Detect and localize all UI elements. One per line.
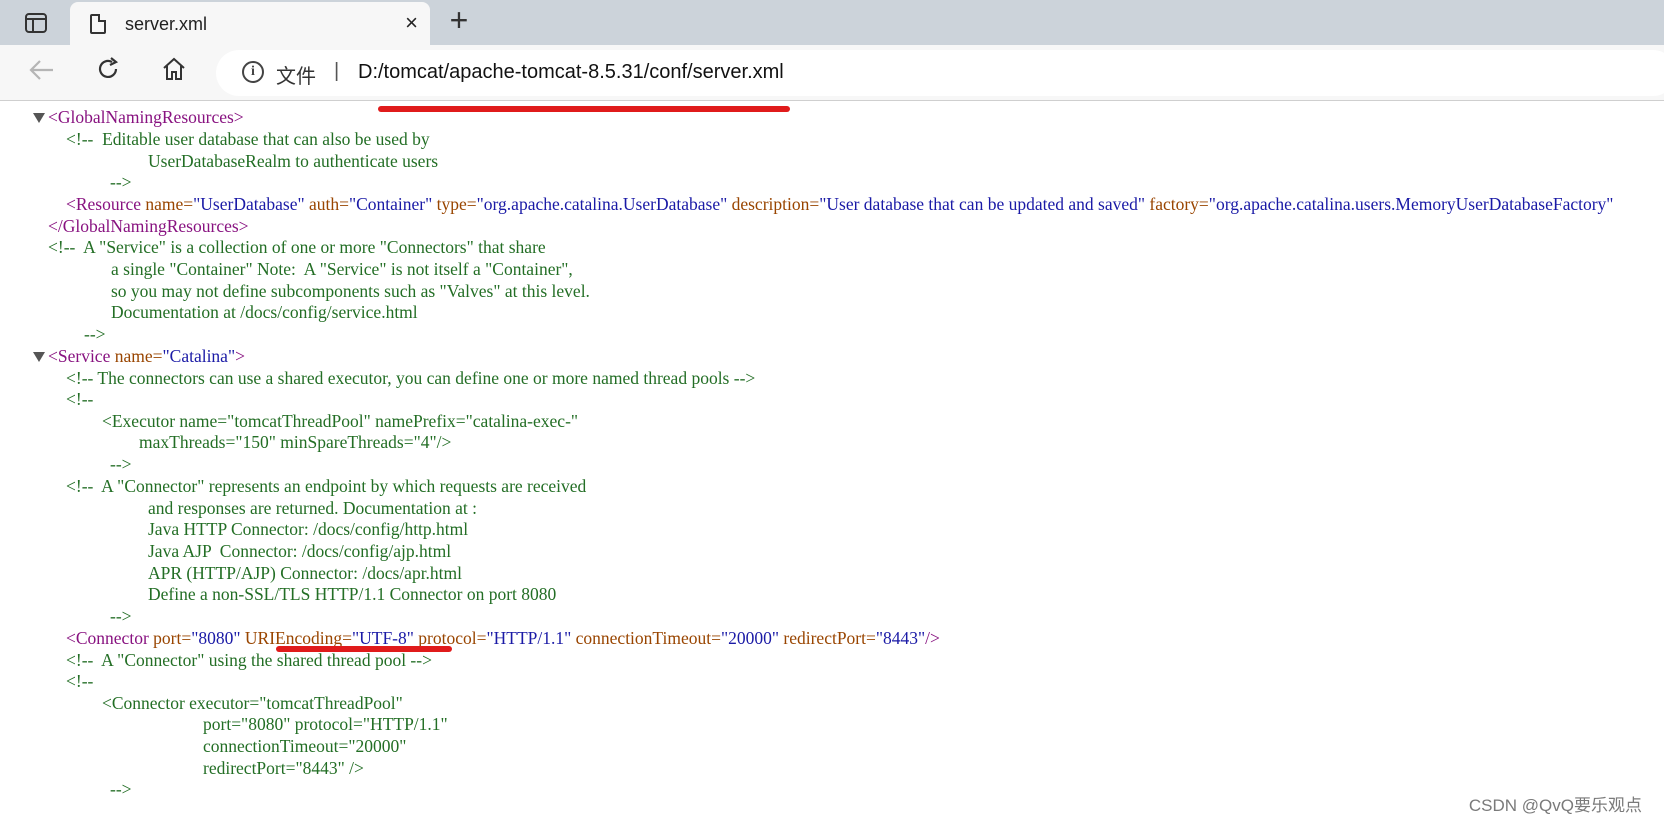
- service-tag: <Service: [48, 346, 111, 366]
- xml-line-18: <!-- A "Connector" represents an endpoin…: [66, 476, 587, 496]
- xml-line-32: -->: [110, 779, 132, 799]
- resource-type-attr: type=: [432, 194, 477, 214]
- resource-factory-val: "org.apache.catalina.users.MemoryUserDat…: [1208, 194, 1614, 214]
- tab-title: server.xml: [125, 14, 208, 34]
- xml-line-22: APR (HTTP/AJP) Connector: /docs/apr.html: [148, 563, 463, 583]
- xml-line-28: <Connector executor="tomcatThreadPool": [102, 693, 403, 713]
- connector-uriencoding-val: "UTF-8": [351, 628, 414, 648]
- connector-redirect-val: "8443": [875, 628, 926, 648]
- reload-icon: [98, 57, 119, 78]
- close-tab-button[interactable]: ×: [405, 10, 418, 36]
- uriencoding-annotation-underline: [276, 646, 452, 652]
- connector-tag-close: />: [925, 628, 940, 648]
- xml-line-24: -->: [110, 606, 132, 626]
- file-scheme-label: 文件: [276, 66, 316, 88]
- xml-line-6: </GlobalNamingResources>: [48, 216, 249, 236]
- service-name-val: "Catalina": [162, 346, 236, 366]
- resource-auth-val: "Container": [348, 194, 433, 214]
- tab-actions-button[interactable]: [12, 8, 60, 38]
- xml-line-3: UserDatabaseRealm to authenticate users: [148, 151, 439, 171]
- address-bar[interactable]: i 文件 | D:/tomcat/apache-tomcat-8.5.31/co…: [216, 50, 1664, 96]
- resource-auth-attr: auth=: [304, 194, 349, 214]
- resource-factory-attr: factory=: [1145, 194, 1209, 214]
- xml-line-27: <!--: [66, 671, 94, 691]
- back-arrow-icon: [29, 60, 53, 80]
- resource-type-val: "org.apache.catalina.UserDatabase": [476, 194, 728, 214]
- connector-uriencoding-attr: URIEncoding=: [244, 628, 352, 648]
- tab-actions-icon: [25, 13, 47, 33]
- resource-desc-val: "User database that can be updated and s…: [819, 194, 1145, 214]
- resource-tag: <Resource: [66, 194, 141, 214]
- xml-line-4: -->: [110, 172, 132, 192]
- xml-line-13: <!-- The connectors can use a shared exe…: [66, 368, 756, 388]
- address-separator: |: [334, 60, 340, 82]
- connector-protocol-val: "HTTP/1.1": [486, 628, 572, 648]
- xml-line-11: -->: [84, 324, 106, 344]
- connector-timeout-attr: connectionTimeout=: [571, 628, 721, 648]
- connector-timeout-val: "20000": [720, 628, 780, 648]
- xml-line-29: port="8080" protocol="HTTP/1.1": [203, 714, 448, 734]
- xml-line-16: maxThreads="150" minSpareThreads="4"/>: [139, 432, 452, 452]
- xml-line-23: Define a non-SSL/TLS HTTP/1.1 Connector …: [148, 584, 557, 604]
- reload-button[interactable]: [90, 55, 126, 91]
- new-tab-button[interactable]: +: [442, 4, 476, 39]
- resource-name-attr: name=: [140, 194, 194, 214]
- resource-desc-attr: description=: [727, 194, 820, 214]
- home-button[interactable]: [156, 55, 192, 91]
- xml-line-9: so you may not define subcomponents such…: [111, 281, 590, 301]
- active-tab[interactable]: server.xml ×: [70, 2, 430, 47]
- xml-line-5: <Resource name="UserDatabase" auth="Cont…: [66, 193, 1613, 216]
- xml-viewer: <GlobalNamingResources> <!-- Editable us…: [0, 101, 1664, 836]
- service-tag-close: >: [235, 346, 245, 366]
- xml-line-20: Java HTTP Connector: /docs/config/http.h…: [148, 519, 469, 539]
- collapse-global-naming-icon[interactable]: [33, 113, 45, 123]
- home-icon: [163, 57, 185, 80]
- tab-strip: server.xml × +: [0, 0, 1664, 47]
- xml-line-14: <!--: [66, 389, 94, 409]
- resource-name-val: "UserDatabase": [193, 194, 305, 214]
- xml-line-10: Documentation at /docs/config/service.ht…: [111, 302, 418, 322]
- connector-protocol-attr: protocol=: [413, 628, 487, 648]
- service-name-attr: name=: [110, 346, 163, 366]
- xml-line-31: redirectPort="8443" />: [203, 758, 364, 778]
- connector-redirect-attr: redirectPort=: [779, 628, 876, 648]
- info-icon[interactable]: i: [242, 61, 264, 83]
- xml-line-30: connectionTimeout="20000": [203, 736, 407, 756]
- xml-line-25: <Connector port="8080" URIEncoding="UTF-…: [66, 627, 940, 650]
- xml-line-1: <GlobalNamingResources>: [48, 107, 244, 127]
- watermark: CSDN @QvQ要乐观点: [1468, 796, 1642, 815]
- xml-line-21: Java AJP Connector: /docs/config/ajp.htm…: [148, 541, 452, 561]
- connector-tag: <Connector: [66, 628, 149, 648]
- connector-port-attr: port=: [148, 628, 192, 648]
- back-button[interactable]: [24, 55, 60, 91]
- xml-line-7: <!-- A "Service" is a collection of one …: [48, 237, 546, 257]
- document-icon: [90, 14, 106, 34]
- collapse-service-icon[interactable]: [33, 352, 45, 362]
- xml-line-15: <Executor name="tomcatThreadPool" namePr…: [102, 411, 579, 431]
- xml-line-19: and responses are returned. Documentatio…: [148, 498, 477, 518]
- xml-line-2: <!-- Editable user database that can als…: [66, 129, 430, 149]
- browser-toolbar: i 文件 | D:/tomcat/apache-tomcat-8.5.31/co…: [0, 45, 1664, 101]
- xml-line-26: <!-- A "Connector" using the shared thre…: [66, 650, 432, 670]
- xml-line-17: -->: [110, 454, 132, 474]
- xml-line-12: <Service name="Catalina">: [48, 345, 245, 368]
- url-text[interactable]: D:/tomcat/apache-tomcat-8.5.31/conf/serv…: [358, 61, 784, 84]
- xml-line-8: a single "Container" Note: A "Service" i…: [111, 259, 573, 279]
- connector-port-val: "8080": [191, 628, 241, 648]
